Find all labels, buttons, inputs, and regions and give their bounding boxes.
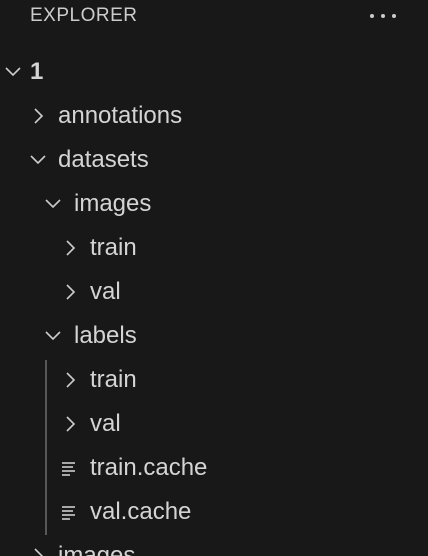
tree-item-label: 1	[30, 58, 44, 85]
tree-folder-1[interactable]: 1	[0, 50, 428, 94]
tree-folder-val[interactable]: val	[0, 402, 428, 446]
tree-file-val-cache[interactable]: val.cache	[0, 490, 428, 534]
tree-item-label: images	[58, 542, 136, 556]
tree-folder-train[interactable]: train	[0, 226, 428, 270]
tree-item-label: train	[90, 366, 137, 393]
tree-item-label: val	[90, 278, 121, 305]
tree-item-label: labels	[74, 322, 137, 349]
chevron-right-icon[interactable]	[59, 237, 81, 259]
tree-folder-train[interactable]: train	[0, 358, 428, 402]
tree-file-train-cache[interactable]: train.cache	[0, 446, 428, 490]
tree-item-label: val.cache	[90, 498, 192, 525]
explorer-header: EXPLORER	[0, 0, 428, 34]
ellipsis-icon[interactable]	[366, 10, 400, 22]
chevron-down-icon[interactable]	[27, 149, 49, 171]
tree-folder-images[interactable]: images	[0, 534, 428, 556]
tree-folder-images[interactable]: images	[0, 182, 428, 226]
tree-item-label: images	[74, 190, 152, 217]
tree-folder-annotations[interactable]: annotations	[0, 94, 428, 138]
chevron-right-icon[interactable]	[59, 413, 81, 435]
chevron-right-icon[interactable]	[27, 545, 49, 556]
tree-item-label: annotations	[58, 102, 183, 129]
explorer-panel: EXPLORER 1 annotations datasets images train…	[0, 0, 428, 556]
chevron-down-icon[interactable]	[42, 325, 64, 347]
explorer-title: EXPLORER	[30, 5, 138, 26]
tree-folder-val[interactable]: val	[0, 270, 428, 314]
chevron-down-icon[interactable]	[2, 61, 24, 83]
chevron-down-icon[interactable]	[42, 193, 64, 215]
file-lines-icon	[62, 506, 75, 520]
tree-item-label: train	[90, 234, 137, 261]
chevron-right-icon[interactable]	[59, 281, 81, 303]
tree-folder-labels[interactable]: labels	[0, 314, 428, 358]
tree-folder-datasets[interactable]: datasets	[0, 138, 428, 182]
file-lines-icon	[62, 462, 75, 476]
chevron-right-icon[interactable]	[27, 105, 49, 127]
chevron-right-icon[interactable]	[59, 369, 81, 391]
tree-item-label: val	[90, 410, 121, 437]
tree-item-label: datasets	[58, 146, 149, 173]
tree-item-label: train.cache	[90, 454, 208, 481]
